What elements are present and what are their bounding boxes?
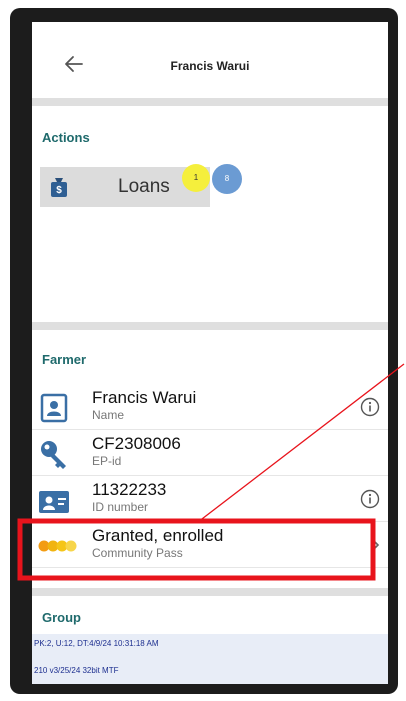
debug-footer: PK:2, U:12, DT:4/9/24 10:31:18 AM 210 v3… [32,634,388,684]
app-screen: Francis Warui Actions $ Loans 1 8 Farmer… [32,22,388,684]
farmer-section-title: Farmer [42,352,87,367]
top-app-bar: Francis Warui [32,22,388,100]
actions-section-title: Actions [42,130,90,145]
row-value: Francis Warui [92,388,197,407]
row-label: ID number [92,500,149,514]
row-label: EP-id [92,454,122,468]
svg-text:$: $ [56,185,62,196]
info-icon[interactable] [360,397,380,417]
chevron-right-icon[interactable] [370,537,380,553]
group-section-title: Group [42,610,81,625]
loans-label: Loans [118,176,170,197]
row-label: Name [92,408,125,422]
money-bag-icon: $ [51,178,67,197]
row-value: CF2308006 [92,434,181,453]
row-value: 11322233 [92,480,167,499]
pending-count-badge: 1 [182,164,210,192]
section-divider [32,322,388,330]
row-label: Community Pass [92,546,183,560]
footer-version-line: 210 v3/25/24 32bit MTF [34,666,119,675]
section-divider [32,588,388,596]
footer-status-line: PK:2, U:12, DT:4/9/24 10:31:18 AM [34,639,159,648]
community-pass-logo-icon [38,540,77,552]
key-icon [41,441,66,469]
ep-id-row[interactable]: CF2308006 EP-id [32,430,388,476]
farmer-name-row[interactable]: Francis Warui Name [32,384,388,430]
id-number-row[interactable]: 11322233 ID number [32,476,388,522]
actions-card: Actions [32,106,388,322]
group-card: Group [32,596,388,636]
total-count-badge: 8 [212,164,242,194]
info-icon[interactable] [360,489,380,509]
page-title: Francis Warui [170,59,250,73]
contact-card-icon [39,491,69,513]
community-pass-row[interactable]: Granted, enrolled Community Pass [32,522,388,568]
row-value: Granted, enrolled [92,526,224,545]
section-divider [32,98,388,106]
id-card-icon [40,393,68,423]
